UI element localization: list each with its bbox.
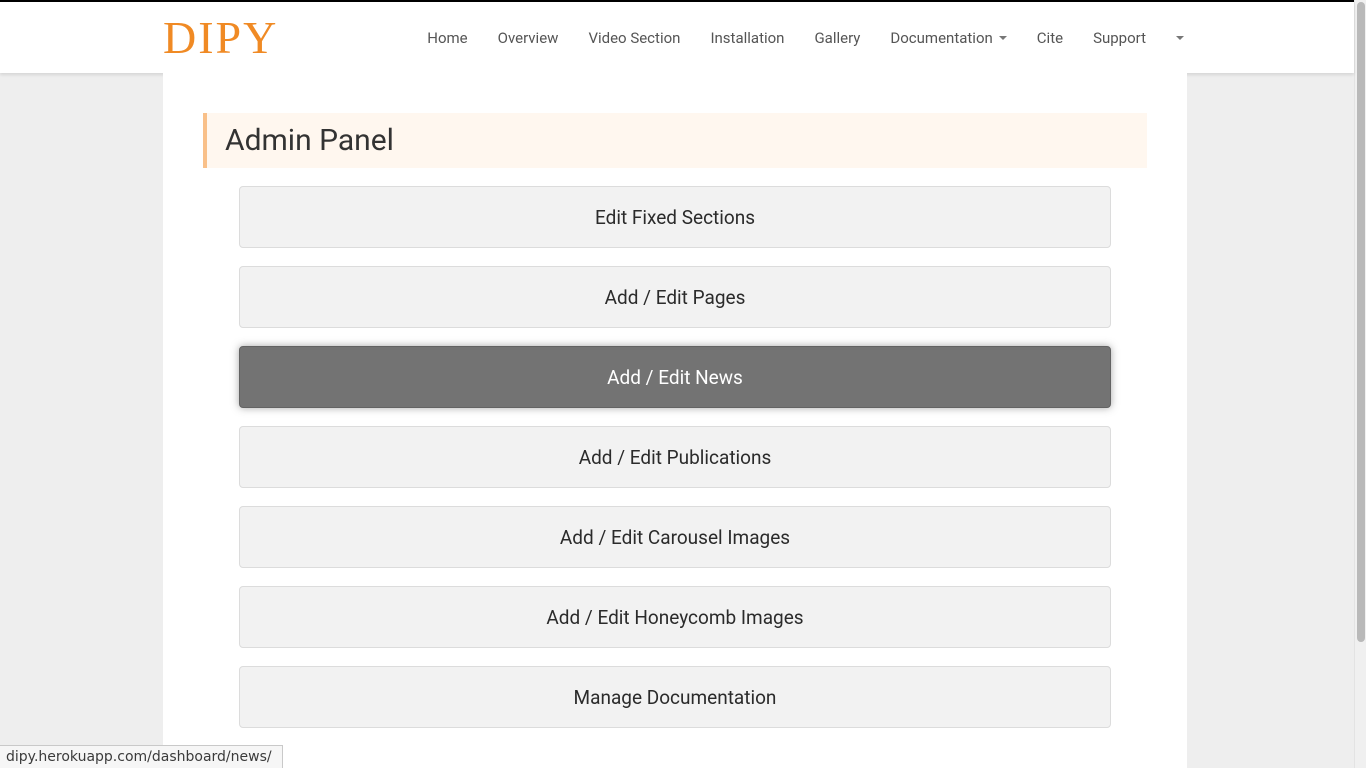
chevron-down-icon xyxy=(999,36,1007,40)
navbar: DIPY Home Overview Video Section Install… xyxy=(0,2,1354,73)
nav-video-section[interactable]: Video Section xyxy=(588,29,680,47)
nav-overview[interactable]: Overview xyxy=(498,29,559,47)
nav-gallery[interactable]: Gallery xyxy=(814,29,860,47)
nav-links: Home Overview Video Section Installation… xyxy=(427,29,1184,47)
add-edit-carousel-images-button[interactable]: Add / Edit Carousel Images xyxy=(239,506,1111,568)
nav-cite[interactable]: Cite xyxy=(1037,29,1063,47)
edit-fixed-sections-button[interactable]: Edit Fixed Sections xyxy=(239,186,1111,248)
nav-documentation-label: Documentation xyxy=(890,29,992,47)
add-edit-news-button[interactable]: Add / Edit News xyxy=(239,346,1111,408)
nav-home[interactable]: Home xyxy=(427,29,467,47)
status-bar-url: dipy.herokuapp.com/dashboard/news/ xyxy=(0,745,283,768)
add-edit-pages-button[interactable]: Add / Edit Pages xyxy=(239,266,1111,328)
page-title: Admin Panel xyxy=(225,123,1129,158)
vertical-scrollbar[interactable] xyxy=(1354,0,1366,768)
nav-installation[interactable]: Installation xyxy=(710,29,784,47)
nav-documentation[interactable]: Documentation xyxy=(890,29,1006,47)
admin-button-list: Edit Fixed Sections Add / Edit Pages Add… xyxy=(239,186,1111,728)
manage-documentation-button[interactable]: Manage Documentation xyxy=(239,666,1111,728)
content-card: Admin Panel Edit Fixed Sections Add / Ed… xyxy=(163,73,1187,768)
add-edit-publications-button[interactable]: Add / Edit Publications xyxy=(239,426,1111,488)
panel-header: Admin Panel xyxy=(203,113,1147,168)
add-edit-honeycomb-images-button[interactable]: Add / Edit Honeycomb Images xyxy=(239,586,1111,648)
chevron-down-icon xyxy=(1176,36,1184,40)
nav-support[interactable]: Support xyxy=(1093,29,1146,47)
scrollbar-thumb[interactable] xyxy=(1357,2,1365,642)
nav-extra-dropdown[interactable] xyxy=(1176,36,1184,40)
brand-logo[interactable]: DIPY xyxy=(163,11,278,64)
